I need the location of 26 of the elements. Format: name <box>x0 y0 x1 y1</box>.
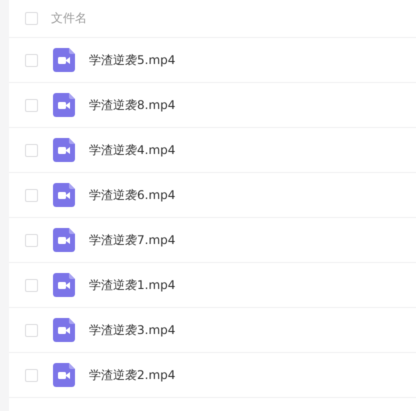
video-file-icon <box>53 318 75 342</box>
video-file-icon <box>53 363 75 387</box>
file-name[interactable]: 学渣逆袭6.mp4 <box>89 186 176 204</box>
video-file-icon <box>53 273 75 297</box>
video-file-icon <box>53 93 75 117</box>
file-name[interactable]: 学渣逆袭7.mp4 <box>89 232 176 248</box>
file-name[interactable]: 学渣逆袭4.mp4 <box>89 142 176 158</box>
row-checkbox[interactable] <box>25 54 38 66</box>
row-checkbox[interactable] <box>25 324 38 336</box>
row-checkbox[interactable] <box>25 368 38 382</box>
row-checkbox[interactable] <box>25 278 38 292</box>
video-file-icon <box>53 138 75 162</box>
row-checkbox[interactable] <box>25 234 38 246</box>
file-name[interactable]: 学渣逆袭1.mp4 <box>89 276 176 294</box>
row-checkbox[interactable] <box>25 144 38 156</box>
column-header: 文件名 <box>51 10 87 27</box>
row-checkbox[interactable] <box>25 98 38 112</box>
file-name[interactable]: 学渣逆袭5.mp4 <box>89 52 176 68</box>
video-file-icon <box>53 228 75 252</box>
file-name[interactable]: 学渣逆袭2.mp4 <box>89 366 176 384</box>
file-name[interactable]: 学渣逆袭8.mp4 <box>89 96 176 114</box>
video-file-icon <box>53 48 75 72</box>
file-name[interactable]: 学渣逆袭3.mp4 <box>89 322 176 338</box>
video-file-icon <box>53 183 75 207</box>
select-all-checkbox[interactable] <box>25 12 38 25</box>
row-checkbox[interactable] <box>25 188 38 202</box>
